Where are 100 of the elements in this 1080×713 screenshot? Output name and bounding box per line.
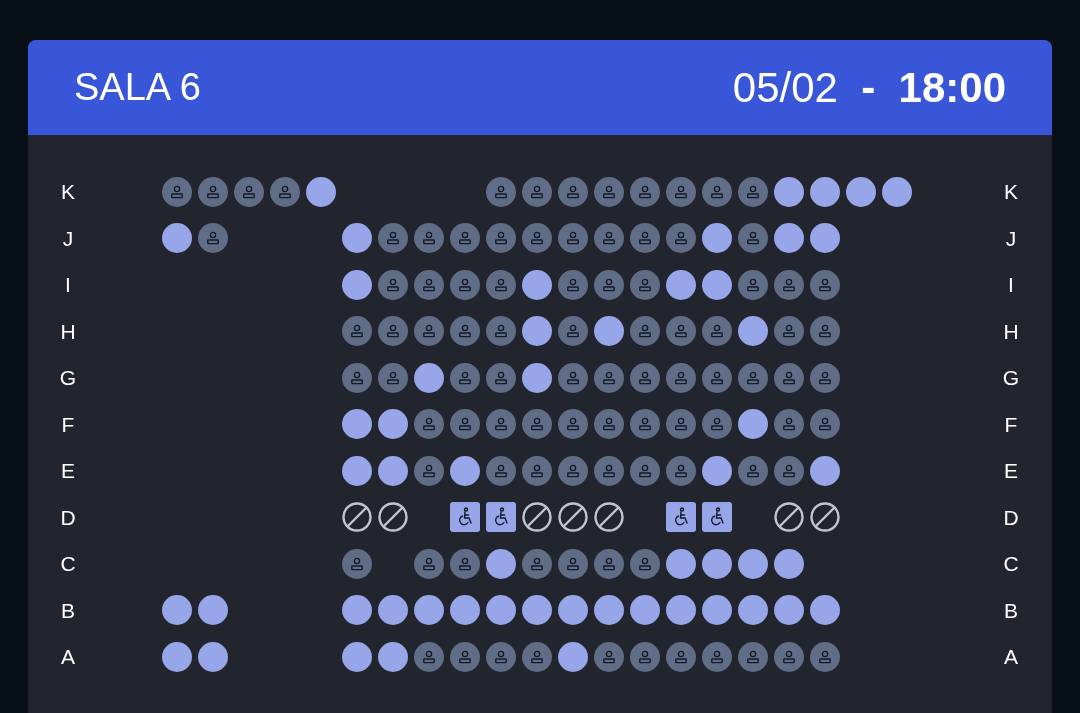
seat[interactable] (342, 455, 372, 486)
seat[interactable] (702, 269, 732, 300)
seat[interactable] (810, 455, 840, 486)
seat[interactable] (162, 595, 192, 626)
wheelchair-seat[interactable] (450, 502, 480, 533)
seat[interactable] (450, 595, 480, 626)
seat[interactable] (558, 595, 588, 626)
person-icon (782, 463, 796, 478)
seat[interactable] (774, 223, 804, 254)
person-icon (602, 463, 616, 478)
seat[interactable] (810, 223, 840, 254)
seat[interactable] (522, 316, 552, 347)
seat[interactable] (198, 595, 228, 626)
person-icon (710, 649, 724, 664)
person-icon (638, 556, 652, 571)
seat[interactable] (522, 595, 552, 626)
row-label: A (61, 644, 75, 670)
seat[interactable] (342, 595, 372, 626)
row-label: D (1003, 504, 1019, 531)
person-icon (782, 324, 796, 339)
person-icon (566, 324, 580, 339)
seat[interactable] (774, 595, 804, 626)
seat[interactable] (594, 316, 624, 347)
seat[interactable] (558, 641, 588, 672)
seat[interactable] (774, 176, 804, 207)
person-icon (422, 231, 436, 246)
seat[interactable] (810, 176, 840, 207)
seat[interactable] (342, 269, 372, 300)
seat[interactable] (666, 595, 696, 626)
wheelchair-icon (672, 507, 690, 528)
person-icon (638, 417, 652, 432)
person-icon (350, 556, 364, 571)
person-icon (494, 463, 508, 478)
seat[interactable] (378, 595, 408, 626)
seat[interactable] (522, 269, 552, 300)
seat[interactable] (378, 455, 408, 486)
seat[interactable] (162, 641, 192, 672)
seat[interactable] (666, 269, 696, 300)
seat[interactable] (702, 595, 732, 626)
seat[interactable] (738, 595, 768, 626)
person-icon (386, 370, 400, 385)
seat[interactable] (342, 223, 372, 254)
person-icon (278, 184, 292, 199)
person-icon (530, 463, 544, 478)
seat[interactable] (414, 595, 444, 626)
person-icon (782, 417, 796, 432)
seat[interactable] (306, 176, 336, 207)
person-icon (638, 463, 652, 478)
seat[interactable] (342, 641, 372, 672)
seat[interactable] (342, 409, 372, 440)
row-label: H (1003, 318, 1019, 345)
row-label: E (1004, 458, 1018, 484)
seat[interactable] (486, 595, 516, 626)
seat[interactable] (702, 455, 732, 486)
seat[interactable] (414, 362, 444, 393)
person-icon (710, 184, 724, 199)
seat[interactable] (630, 595, 660, 626)
seat[interactable] (378, 641, 408, 672)
hall-title: SALA 6 (74, 65, 201, 110)
seat[interactable] (486, 548, 516, 579)
person-icon (566, 417, 580, 432)
seat[interactable] (846, 176, 876, 207)
wheelchair-seat[interactable] (666, 502, 696, 533)
person-icon (458, 370, 472, 385)
seat[interactable] (594, 595, 624, 626)
person-icon (818, 649, 832, 664)
seat[interactable] (702, 548, 732, 579)
wheelchair-seat[interactable] (486, 502, 516, 533)
person-icon (638, 649, 652, 664)
person-icon (530, 184, 544, 199)
seat[interactable] (738, 316, 768, 347)
seat[interactable] (738, 548, 768, 579)
person-icon (602, 370, 616, 385)
seat[interactable] (522, 362, 552, 393)
seat[interactable] (882, 176, 912, 207)
person-icon (782, 277, 796, 292)
wheelchair-seat[interactable] (702, 502, 732, 533)
row-label: B (61, 597, 75, 624)
person-icon (674, 417, 688, 432)
seat[interactable] (774, 548, 804, 579)
person-icon (746, 370, 760, 385)
person-icon (674, 231, 688, 246)
person-icon (674, 463, 688, 478)
seat[interactable] (738, 409, 768, 440)
seat[interactable] (702, 223, 732, 254)
person-icon (566, 463, 580, 478)
person-icon (386, 277, 400, 292)
person-icon (782, 370, 796, 385)
person-icon (458, 417, 472, 432)
seat[interactable] (162, 223, 192, 254)
seat[interactable] (198, 641, 228, 672)
person-icon (530, 556, 544, 571)
seat[interactable] (810, 595, 840, 626)
seat[interactable] (378, 409, 408, 440)
seat[interactable] (450, 455, 480, 486)
person-icon (494, 231, 508, 246)
seat[interactable] (666, 548, 696, 579)
person-icon (350, 370, 364, 385)
person-icon (386, 231, 400, 246)
row-label: I (65, 272, 71, 298)
